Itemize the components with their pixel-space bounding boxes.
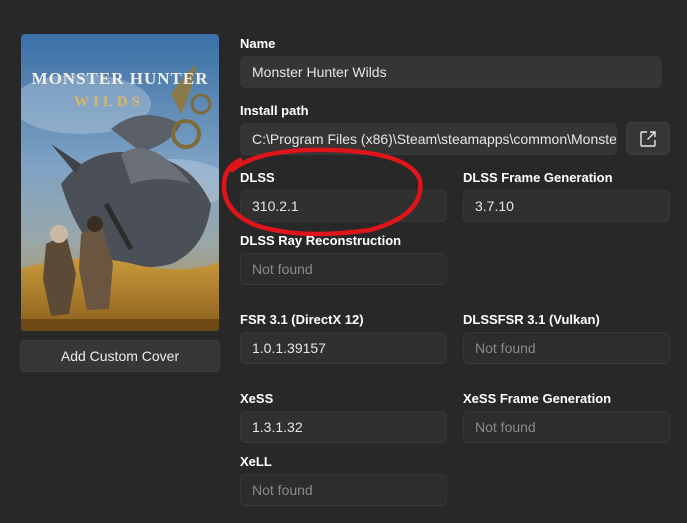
- fsr-dx12-value: 1.0.1.39157: [252, 340, 326, 356]
- fsr-dx12-label: FSR 3.1 (DirectX 12): [240, 312, 364, 327]
- xess-label: XeSS: [240, 391, 274, 406]
- install-path-label: Install path: [240, 103, 309, 118]
- xess-fg-value: Not found: [475, 419, 536, 435]
- fsr-vulkan-label: DLSSFSR 3.1 (Vulkan): [463, 312, 600, 327]
- fsr-dx12-field[interactable]: 1.0.1.39157: [240, 332, 447, 364]
- cover-title-line1: MONSTER HUNTER: [32, 69, 209, 88]
- dlss-field[interactable]: 310.2.1: [240, 190, 447, 222]
- install-path-field[interactable]: C:\Program Files (x86)\Steam\steamapps\c…: [240, 123, 617, 155]
- fsr-vulkan-value: Not found: [475, 340, 536, 356]
- name-value: Monster Hunter Wilds: [252, 64, 387, 80]
- xess-fg-field[interactable]: Not found: [463, 411, 670, 443]
- cover-title-line2: WILDS: [74, 94, 144, 110]
- add-custom-cover-button[interactable]: Add Custom Cover: [20, 340, 220, 372]
- dlss-rr-value: Not found: [252, 261, 313, 277]
- dlss-value: 310.2.1: [252, 198, 299, 214]
- dlss-rr-field[interactable]: Not found: [240, 253, 447, 285]
- dlss-fg-field[interactable]: 3.7.10: [463, 190, 670, 222]
- install-path-value: C:\Program Files (x86)\Steam\steamapps\c…: [252, 131, 617, 147]
- xell-label: XeLL: [240, 454, 272, 469]
- open-folder-button[interactable]: [626, 122, 670, 155]
- open-external-icon: [640, 130, 656, 147]
- fsr-vulkan-field[interactable]: Not found: [463, 332, 670, 364]
- cover-artwork: MONSTER HUNTER WILDS: [21, 34, 219, 331]
- dlss-fg-label: DLSS Frame Generation: [463, 170, 613, 185]
- xess-field[interactable]: 1.3.1.32: [240, 411, 447, 443]
- dlss-fg-value: 3.7.10: [475, 198, 514, 214]
- xell-value: Not found: [252, 482, 313, 498]
- dlss-rr-label: DLSS Ray Reconstruction: [240, 233, 402, 248]
- xess-fg-label: XeSS Frame Generation: [463, 391, 612, 406]
- xess-value: 1.3.1.32: [252, 419, 303, 435]
- name-field[interactable]: Monster Hunter Wilds: [240, 56, 662, 88]
- xell-field[interactable]: Not found: [240, 474, 447, 506]
- dlss-label: DLSS: [240, 170, 275, 185]
- name-label: Name: [240, 36, 276, 51]
- game-cover-image: MONSTER HUNTER WILDS: [21, 34, 219, 331]
